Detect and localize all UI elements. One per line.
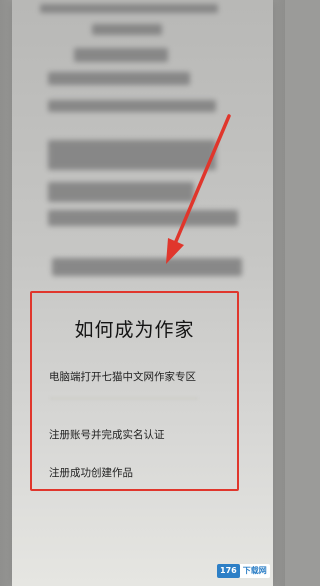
step-1-text: 电脑端打开七猫中文网作家专区	[49, 371, 196, 383]
blurred-text-line	[48, 140, 216, 170]
how-to-become-author-panel: 如何成为作家 电脑端打开七猫中文网作家专区 注册账号并完成实名认证 注册成功创建…	[30, 291, 239, 491]
faint-divider	[50, 397, 198, 400]
watermark-text: 下载网	[239, 563, 270, 578]
blurred-text-line	[92, 24, 162, 35]
watermark-logo: 176 下载网	[217, 563, 279, 578]
blurred-text-line	[48, 182, 194, 202]
step-2-text: 注册账号并完成实名认证	[49, 429, 165, 441]
step-3-text: 注册成功创建作品	[49, 467, 133, 479]
panel-title: 如何成为作家	[74, 319, 195, 341]
blurred-text-line	[74, 48, 168, 62]
blurred-text-line	[48, 72, 190, 85]
blurred-text-line	[48, 100, 216, 112]
blurred-text-line	[48, 210, 238, 226]
blurred-text-line	[40, 4, 218, 13]
watermark-number: 176	[217, 563, 240, 578]
blurred-text-line	[52, 258, 242, 276]
